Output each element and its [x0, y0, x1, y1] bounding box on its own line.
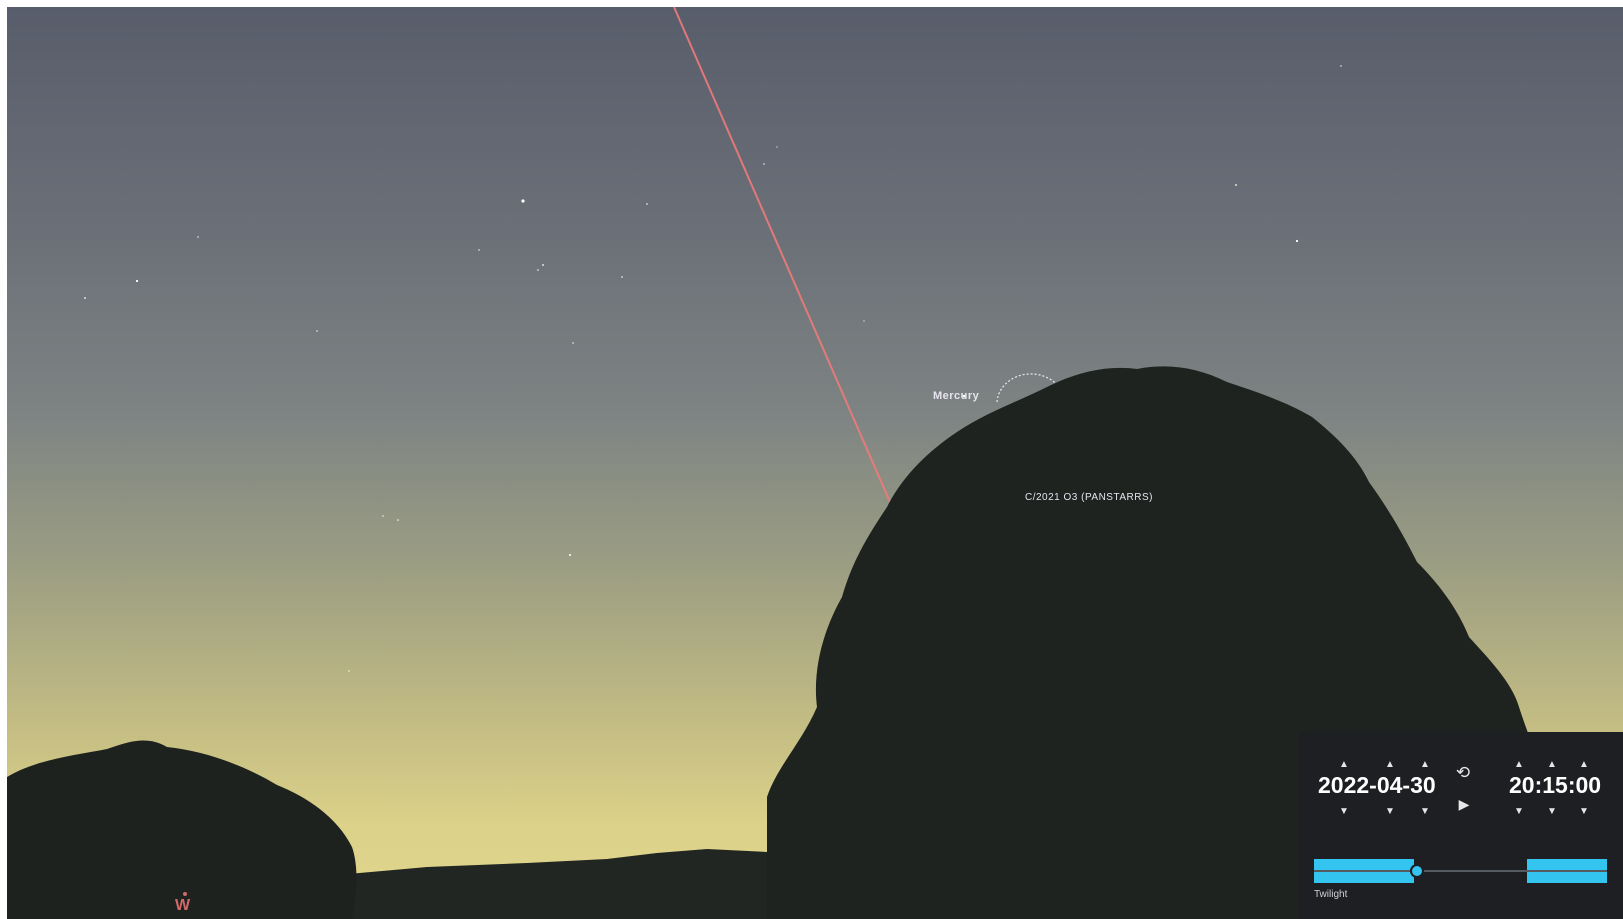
star — [478, 249, 480, 251]
star — [621, 276, 623, 278]
star — [572, 342, 574, 344]
star — [1235, 184, 1237, 186]
meteor-trail — [673, 7, 891, 503]
star — [197, 236, 199, 238]
star — [1295, 239, 1299, 243]
day-decrement-button[interactable]: ▼ — [1417, 807, 1433, 817]
star — [776, 146, 778, 148]
mercury-label[interactable]: Mercury — [933, 390, 979, 402]
timeline-label: Twilight — [1314, 889, 1348, 900]
star — [1340, 65, 1342, 67]
star — [646, 203, 648, 205]
minute-decrement-button[interactable]: ▼ — [1544, 807, 1560, 817]
star — [316, 330, 318, 332]
star — [569, 554, 571, 556]
star — [542, 264, 544, 266]
timeline-handle[interactable] — [1411, 866, 1422, 876]
second-increment-button[interactable]: ▲ — [1576, 760, 1592, 770]
hour-increment-button[interactable]: ▲ — [1511, 760, 1527, 770]
minute-increment-button[interactable]: ▲ — [1544, 760, 1560, 770]
time-display[interactable]: 20:15:00 — [1509, 772, 1601, 799]
horizon-hills — [337, 849, 807, 919]
star — [763, 163, 765, 165]
month-increment-button[interactable]: ▲ — [1382, 760, 1398, 770]
star — [382, 515, 384, 517]
star — [135, 279, 139, 283]
year-decrement-button[interactable]: ▼ — [1336, 807, 1352, 817]
star — [397, 519, 399, 521]
compass-direction: W — [175, 897, 191, 914]
history-icon[interactable]: ⟲ — [1453, 763, 1473, 783]
hour-decrement-button[interactable]: ▼ — [1511, 807, 1527, 817]
star — [84, 297, 86, 299]
year-increment-button[interactable]: ▲ — [1336, 760, 1352, 770]
star — [863, 320, 865, 322]
month-decrement-button[interactable]: ▼ — [1382, 807, 1398, 817]
date-display[interactable]: 2022-04-30 — [1318, 772, 1436, 799]
timeline-slider[interactable] — [1314, 859, 1607, 883]
play-icon[interactable]: ▶ — [1454, 796, 1474, 813]
timeline-line — [1314, 870, 1607, 872]
second-decrement-button[interactable]: ▼ — [1576, 807, 1592, 817]
star — [348, 670, 350, 672]
comet-label[interactable]: C/2021 O3 (PANSTARRS) — [1025, 492, 1153, 503]
star — [521, 199, 525, 203]
star — [537, 269, 539, 271]
time-control-panel: ▲ ▲ ▲ 2022-04-30 ▼ ▼ ▼ ⟲ ▶ ▲ ▲ ▲ 20:15:0… — [1298, 732, 1623, 919]
left-tree-silhouette — [7, 740, 357, 919]
day-increment-button[interactable]: ▲ — [1417, 760, 1433, 770]
compass-marker — [183, 892, 187, 896]
